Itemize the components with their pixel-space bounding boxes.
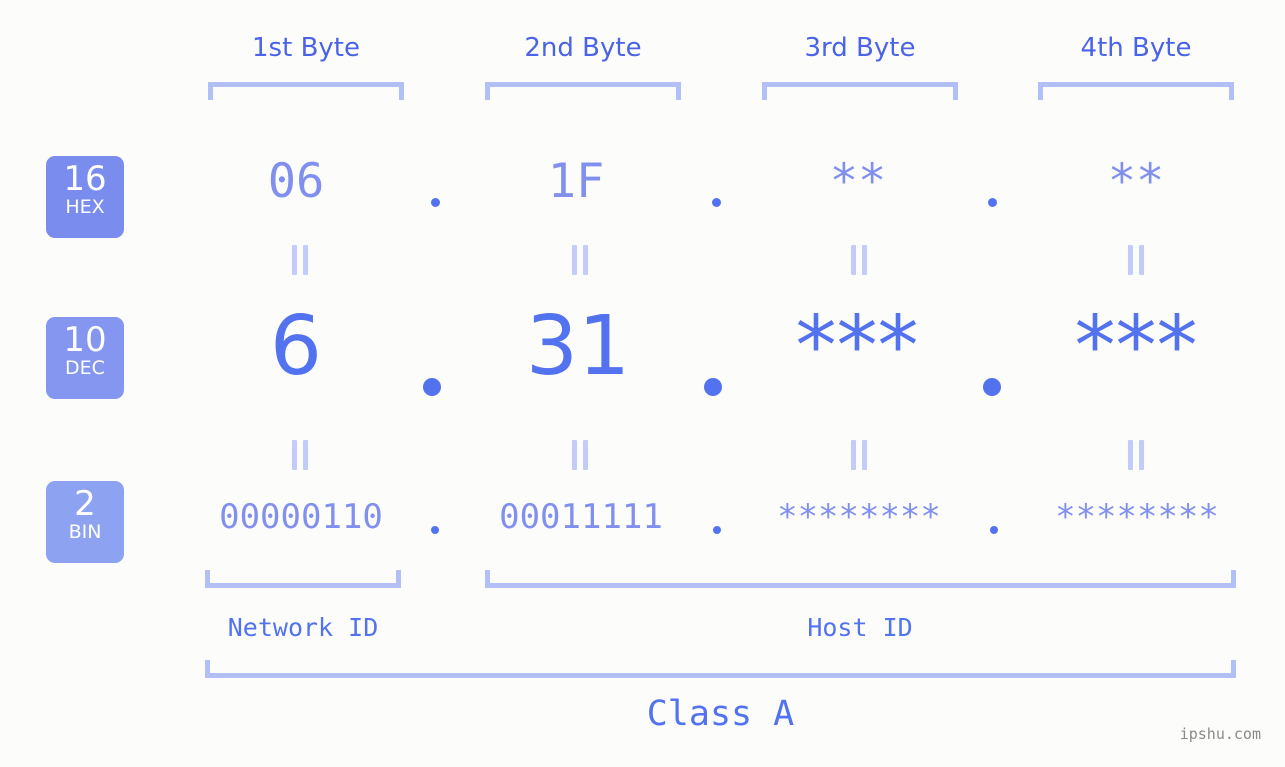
byte-label-1: 1st Byte [252, 33, 360, 63]
bin-byte-1-value: 00000110 [219, 497, 383, 537]
equality-mark-dec-bin-3 [851, 440, 868, 470]
dec-byte-4-value: *** [1074, 299, 1198, 394]
radix-badge-hex: 16 HEX [46, 156, 124, 238]
bin-separator-dot-2 [713, 526, 721, 534]
watermark: ipshu.com [1179, 725, 1261, 743]
bin-separator-dot-1 [431, 526, 439, 534]
network-id-label: Network ID [227, 613, 379, 642]
bin-byte-4-value: ******** [1055, 497, 1219, 537]
radix-badge-dec: 10 DEC [46, 317, 124, 399]
radix-badge-bin-name: BIN [68, 521, 102, 543]
radix-badge-hex-name: HEX [65, 196, 105, 218]
hex-separator-dot-2 [712, 198, 721, 207]
radix-badge-dec-number: 10 [63, 320, 107, 360]
bin-separator-dot-3 [990, 526, 998, 534]
equality-mark-dec-bin-1 [292, 440, 309, 470]
hex-byte-3-value: ** [829, 154, 887, 209]
hex-byte-4-value: ** [1107, 154, 1165, 209]
ip-byte-breakdown-diagram: 1st Byte 2nd Byte 3rd Byte 4th Byte 16 H… [0, 0, 1285, 767]
host-id-bracket [485, 570, 1236, 588]
bin-byte-3-value: ******** [777, 497, 941, 537]
host-id-label: Host ID [807, 613, 913, 642]
dec-byte-1-value: 6 [269, 299, 323, 394]
hex-byte-2-value: 1F [547, 154, 605, 209]
equality-mark-dec-bin-4 [1128, 440, 1145, 470]
byte-bracket-3 [762, 82, 958, 100]
dec-byte-2-value: 31 [525, 299, 631, 394]
radix-badge-bin-number: 2 [74, 484, 96, 524]
dec-separator-dot-3 [983, 378, 1001, 396]
dec-separator-dot-2 [704, 378, 722, 396]
hex-separator-dot-1 [431, 198, 440, 207]
byte-bracket-2 [485, 82, 681, 100]
dec-separator-dot-1 [423, 378, 441, 396]
equality-mark-hex-dec-1 [292, 245, 309, 275]
hex-separator-dot-3 [988, 198, 997, 207]
dec-byte-3-value: *** [795, 299, 919, 394]
equality-mark-dec-bin-2 [572, 440, 589, 470]
byte-bracket-4 [1038, 82, 1234, 100]
radix-badge-dec-name: DEC [65, 357, 105, 379]
equality-mark-hex-dec-4 [1128, 245, 1145, 275]
network-id-bracket [205, 570, 401, 588]
radix-badge-hex-number: 16 [63, 159, 107, 199]
byte-label-4: 4th Byte [1080, 33, 1192, 63]
byte-label-2: 2nd Byte [524, 33, 642, 63]
class-bracket [205, 660, 1236, 678]
equality-mark-hex-dec-2 [572, 245, 589, 275]
radix-badge-bin: 2 BIN [46, 481, 124, 563]
byte-label-3: 3rd Byte [804, 33, 916, 63]
hex-byte-1-value: 06 [267, 154, 325, 209]
bin-byte-2-value: 00011111 [499, 497, 663, 537]
class-label: Class A [646, 694, 795, 734]
equality-mark-hex-dec-3 [851, 245, 868, 275]
byte-bracket-1 [208, 82, 404, 100]
